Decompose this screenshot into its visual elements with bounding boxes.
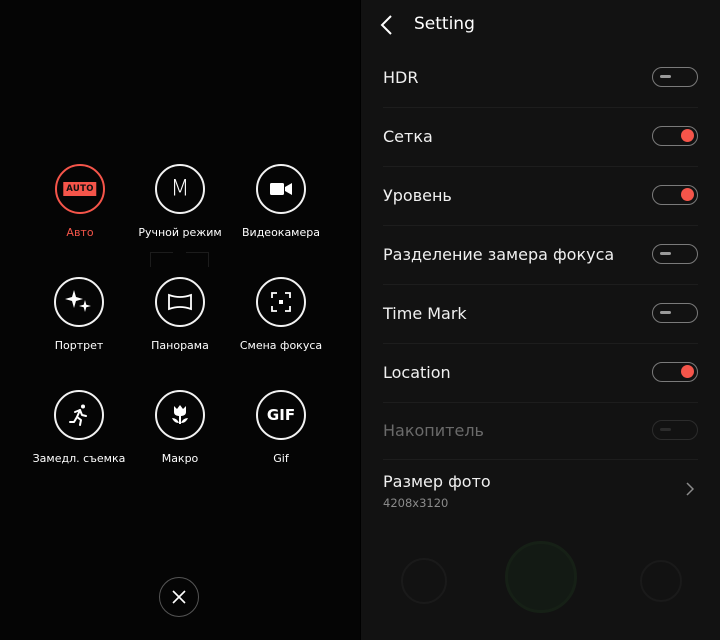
page-title: Setting	[414, 14, 475, 34]
grid-toggle[interactable]	[652, 126, 698, 146]
flower-icon	[155, 390, 205, 440]
gallery-thumbnail-icon	[401, 558, 447, 604]
setting-label: Размер фото	[383, 472, 491, 491]
sparkle-icon	[54, 277, 104, 327]
storage-toggle	[652, 420, 698, 440]
mode-refocus[interactable]: Смена фокуса	[221, 277, 341, 352]
setting-row-time-mark[interactable]: Time Mark	[383, 285, 698, 344]
setting-label: Сетка	[383, 127, 433, 146]
mode-label: Смена фокуса	[239, 339, 323, 352]
level-toggle[interactable]	[652, 185, 698, 205]
mode-video[interactable]: Видеокамера	[221, 164, 341, 239]
manual-m-icon: M	[155, 164, 205, 214]
auto-icon: AUTO	[55, 164, 105, 214]
setting-row-hdr[interactable]: HDR	[383, 50, 698, 108]
setting-row-storage: Накопитель	[383, 403, 698, 460]
close-icon	[172, 590, 186, 604]
focus-frame-icon	[256, 277, 306, 327]
back-arrow-icon[interactable]	[377, 14, 397, 36]
frame-corner-right	[186, 252, 209, 267]
settings-panel: Setting HDR Сетка Уровень Разделение зам…	[361, 0, 720, 640]
setting-row-grid[interactable]: Сетка	[383, 108, 698, 167]
setting-label: HDR	[383, 68, 419, 87]
setting-label: Уровень	[383, 186, 452, 205]
gif-icon: GIF	[256, 390, 306, 440]
setting-label: Разделение замера фокуса	[383, 245, 615, 264]
photo-size-value: 4208x3120	[383, 496, 449, 510]
setting-row-focus-metering[interactable]: Разделение замера фокуса	[383, 226, 698, 285]
setting-label: Location	[383, 363, 451, 382]
setting-label: Time Mark	[383, 304, 467, 323]
running-person-icon	[54, 390, 104, 440]
setting-row-location[interactable]: Location	[383, 344, 698, 403]
setting-row-level[interactable]: Уровень	[383, 167, 698, 226]
mode-label: Gif	[273, 452, 289, 465]
camera-mode-panel: AUTO Авто M Ручной режим Видеокамера Пор…	[0, 0, 360, 640]
close-button[interactable]	[159, 577, 199, 617]
panorama-icon	[155, 277, 205, 327]
shutter-button	[505, 541, 577, 613]
focus-metering-toggle[interactable]	[652, 244, 698, 264]
switch-camera-icon	[640, 560, 682, 602]
chevron-right-icon	[686, 482, 694, 496]
location-toggle[interactable]	[652, 362, 698, 382]
video-camera-icon	[256, 164, 306, 214]
hdr-toggle[interactable]	[652, 67, 698, 87]
setting-label: Накопитель	[383, 421, 484, 440]
time-mark-toggle[interactable]	[652, 303, 698, 323]
mode-gif[interactable]: GIF Gif	[221, 390, 341, 465]
frame-corner-left	[150, 252, 173, 267]
setting-row-photo-size[interactable]: Размер фото 4208x3120	[383, 466, 698, 526]
mode-label: Видеокамера	[242, 226, 320, 239]
settings-header: Setting	[361, 0, 720, 50]
